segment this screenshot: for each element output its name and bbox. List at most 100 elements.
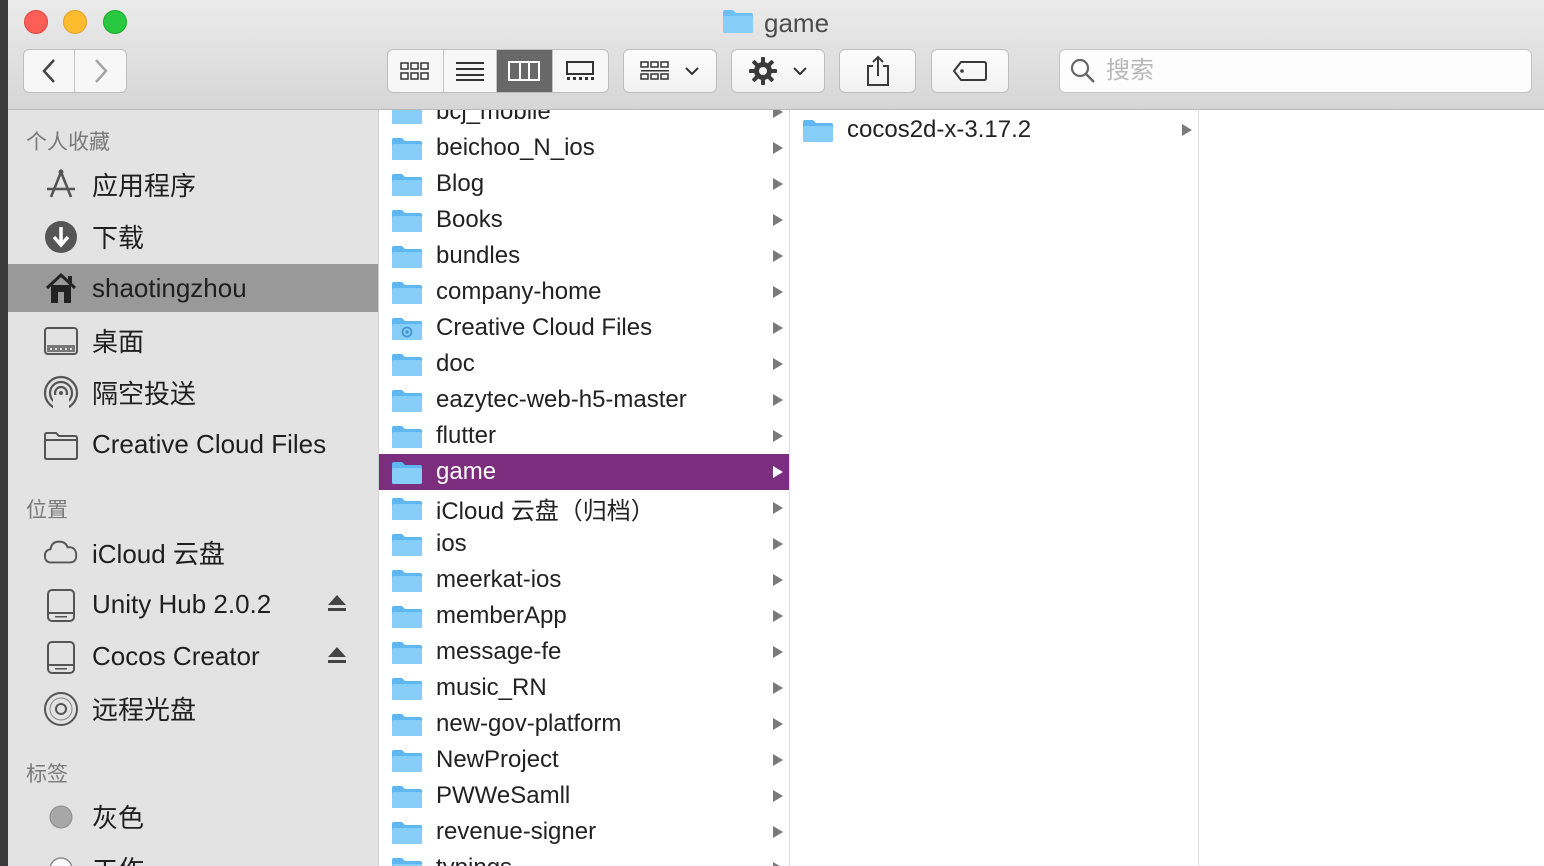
sidebar-item-tag-work[interactable]: 工作 [8, 844, 378, 866]
list-item[interactable]: music_RN [379, 670, 789, 706]
sidebar-item-cocos-creator[interactable]: Cocos Creator [8, 632, 378, 680]
sidebar-item-desktop[interactable]: 桌面 [8, 316, 378, 364]
disclosure-arrow-icon [773, 646, 783, 658]
sidebar-item-airdrop[interactable]: 隔空投送 [8, 368, 378, 416]
nav-buttons [23, 49, 127, 93]
group-button[interactable] [623, 49, 717, 93]
tag-button[interactable] [931, 49, 1009, 93]
search-icon [1070, 58, 1095, 83]
forward-button[interactable] [75, 50, 126, 92]
disclosure-arrow-icon [773, 358, 783, 370]
desktop-icon [43, 323, 79, 359]
airdrop-icon [43, 375, 79, 411]
disclosure-arrow-icon [773, 394, 783, 406]
list-item[interactable]: message-fe [379, 634, 789, 670]
sidebar-item-home[interactable]: shaotingzhou [8, 264, 378, 312]
list-item-label: message-fe [436, 638, 562, 665]
list-item[interactable]: new-gov-platform [379, 706, 789, 742]
sidebar-item-unity-hub[interactable]: Unity Hub 2.0.2 [8, 580, 378, 628]
disclosure-arrow-icon [773, 286, 783, 298]
disclosure-arrow-icon [773, 574, 783, 586]
chevron-right-icon [94, 59, 108, 83]
disclosure-arrow-icon [773, 682, 783, 694]
column-2-list: cocos2d-x-3.17.2 [790, 112, 1198, 148]
folder-icon [391, 713, 423, 742]
folder-icon [391, 641, 423, 670]
tag-color-dot-icon [43, 851, 79, 866]
list-item[interactable]: Books [379, 202, 789, 238]
list-item-label: NewProject [436, 746, 559, 773]
zoom-button[interactable] [103, 10, 127, 34]
eject-icon[interactable] [326, 644, 348, 671]
list-item[interactable]: Blog [379, 166, 789, 202]
sidebar-item-creative-cloud[interactable]: Creative Cloud Files [8, 420, 378, 468]
disclosure-arrow-icon [773, 790, 783, 802]
share-button[interactable] [839, 49, 916, 93]
icloud-icon [43, 535, 79, 571]
sidebar-item-label: shaotingzhou [92, 272, 247, 303]
sidebar-item-label: Cocos Creator [92, 640, 260, 671]
window-title: game [722, 6, 829, 40]
list-item[interactable]: company-home [379, 274, 789, 310]
group-icon [640, 61, 669, 80]
home-icon [43, 271, 79, 307]
folder-icon [391, 497, 423, 526]
folder-icon [391, 110, 423, 130]
sidebar-item-applications[interactable]: 应用程序 [8, 160, 378, 208]
icon-view-icon [400, 62, 429, 80]
list-item[interactable]: meerkat-ios [379, 562, 789, 598]
window-title-text: game [764, 7, 830, 38]
list-item-label: company-home [436, 278, 602, 305]
list-item[interactable]: revenue-signer [379, 814, 789, 850]
folder-icon [391, 785, 423, 814]
list-item[interactable]: game [379, 454, 789, 490]
eject-icon[interactable] [326, 592, 348, 619]
minimize-button[interactable] [63, 10, 87, 34]
folder-icon [391, 353, 423, 382]
folder-icon [391, 425, 423, 454]
list-item[interactable]: iCloud 云盘（归档） [379, 490, 789, 526]
search-field[interactable] [1059, 49, 1532, 93]
list-item[interactable]: ios [379, 526, 789, 562]
list-item[interactable]: Creative Cloud Files [379, 310, 789, 346]
folder-icon [391, 173, 423, 202]
list-view-button[interactable] [444, 50, 498, 92]
column-view-icon [508, 61, 541, 81]
list-item-label: meerkat-ios [436, 566, 562, 593]
sidebar-item-downloads[interactable]: 下载 [8, 212, 378, 260]
action-button[interactable] [731, 49, 825, 93]
list-item[interactable]: doc [379, 346, 789, 382]
downloads-icon [43, 219, 79, 255]
list-item[interactable]: bcj_mobile [379, 110, 789, 130]
gallery-view-button[interactable] [553, 50, 608, 92]
sidebar-item-label: 工作 [92, 850, 144, 866]
list-item[interactable]: cocos2d-x-3.17.2 [790, 112, 1198, 148]
close-button[interactable] [24, 10, 48, 34]
browser-column-2: cocos2d-x-3.17.2 [790, 110, 1199, 866]
search-input[interactable] [1104, 56, 1508, 86]
sidebar-item-remote-disc[interactable]: 远程光盘 [8, 684, 378, 732]
sidebar-item-tag-gray[interactable]: 灰色 [8, 792, 378, 840]
list-item[interactable]: typings [379, 850, 789, 866]
browser-column-1: bcj_mobile beichoo_N_ios Blog Books bundles c… [379, 110, 790, 866]
list-item[interactable]: NewProject [379, 742, 789, 778]
sidebar-item-icloud[interactable]: iCloud 云盘 [8, 528, 378, 576]
list-item[interactable]: beichoo_N_ios [379, 130, 789, 166]
folder-icon [391, 461, 423, 490]
folder-icon [43, 427, 79, 463]
list-item[interactable]: bundles [379, 238, 789, 274]
back-button[interactable] [24, 50, 76, 92]
disclosure-arrow-icon [773, 322, 783, 334]
folder-icon [391, 857, 423, 866]
tags-header: 标签 [26, 763, 68, 786]
icon-view-button[interactable] [388, 50, 444, 92]
disclosure-arrow-icon [1182, 124, 1192, 136]
disclosure-arrow-icon [773, 862, 783, 866]
column-view-button[interactable] [497, 50, 553, 92]
list-item[interactable]: memberApp [379, 598, 789, 634]
folder-icon [391, 245, 423, 274]
list-item[interactable]: flutter [379, 418, 789, 454]
list-item[interactable]: PWWeSamll [379, 778, 789, 814]
list-item[interactable]: eazytec-web-h5-master [379, 382, 789, 418]
view-mode-control [387, 49, 609, 93]
